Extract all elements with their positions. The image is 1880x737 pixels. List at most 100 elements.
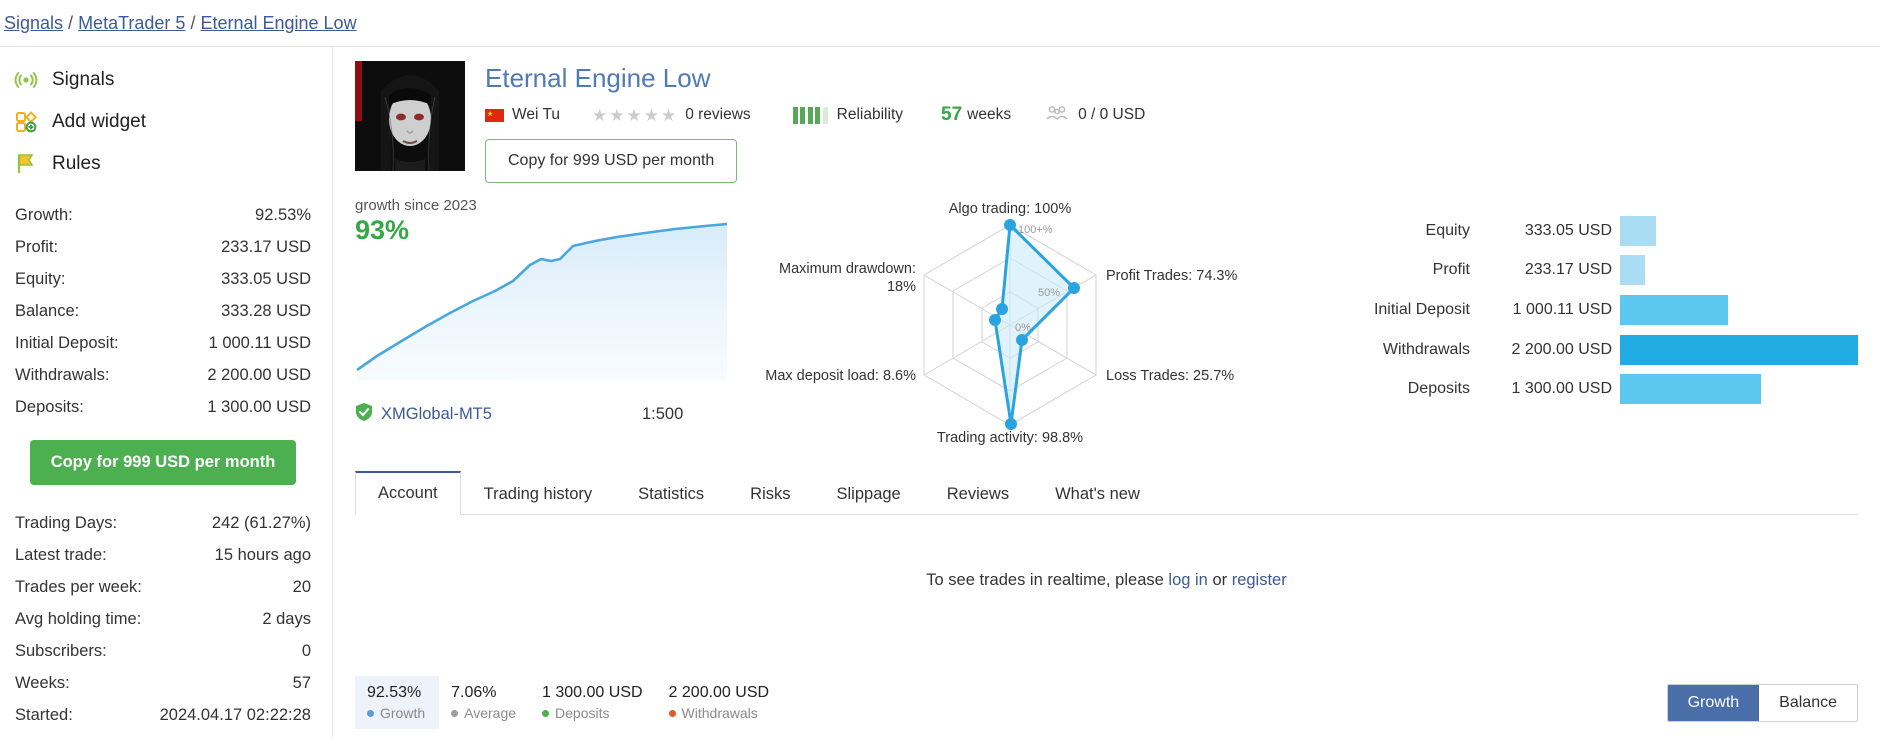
stat-value: 20 [293, 578, 311, 597]
sidebar-item-label-rules: Rules [52, 153, 101, 175]
breadcrumb: Signals / MetaTrader 5 / Eternal Engine … [0, 0, 1880, 47]
star-icon[interactable]: ★ [609, 107, 624, 124]
tab-whats-new[interactable]: What's new [1032, 472, 1163, 515]
radar-axis-label-maximum-drawdown-value: 18% [887, 279, 916, 295]
star-icon[interactable]: ★ [644, 107, 659, 124]
legend-item-deposits[interactable]: 1 300.00 USD Deposits [530, 676, 657, 729]
sidebar-item-add-widget[interactable]: Add widget [14, 101, 312, 143]
legend-item-withdrawals[interactable]: 2 200.00 USD Withdrawals [657, 676, 784, 729]
stat-label: Withdrawals: [15, 366, 109, 385]
table-row: Growth: 92.53% [14, 199, 312, 231]
chart-legend: 92.53% Growth 7.06% Average 1 300.00 USD [355, 676, 783, 729]
sidebar-item-signals[interactable]: Signals [14, 59, 312, 101]
reliability-bar [793, 107, 798, 124]
legend-item-growth[interactable]: 92.53% Growth [355, 676, 439, 729]
flag-star: ★ [487, 111, 493, 118]
copy-signal-button-sidebar[interactable]: Copy for 999 USD per month [30, 440, 296, 485]
bar-label: Deposits [1300, 380, 1470, 398]
bar-fill [1620, 335, 1858, 365]
register-link[interactable]: register [1232, 571, 1287, 589]
toggle-growth[interactable]: Growth [1668, 685, 1760, 721]
radar-axis-label-profit-trades: Profit Trades: 74.3% [1106, 268, 1237, 284]
sidebar-stats-bottom: Trading Days: 242 (61.27%) Latest trade:… [14, 507, 312, 731]
table-row: Started: 2024.04.17 02:22:28 [14, 699, 312, 731]
legend-dot-withdrawals [669, 710, 676, 717]
growth-chart-block: growth since 2023 93% [355, 197, 750, 447]
realtime-note-prefix: To see trades in realtime, please [926, 571, 1168, 589]
charts-band: growth since 2023 93% [355, 197, 1858, 447]
radar-chart[interactable]: 100+% 50% 0% Algo trading: 100% Profit T… [750, 197, 1270, 447]
table-row: Equity 333.05 USD [1300, 211, 1858, 251]
stat-label: Growth: [15, 206, 73, 225]
breadcrumb-separator-1: / [68, 13, 73, 34]
radar-ring-label-0: 0% [1015, 322, 1031, 334]
toggle-balance[interactable]: Balance [1759, 685, 1857, 721]
reviews-count[interactable]: 0 reviews [685, 106, 750, 124]
radar-chart-block: 100+% 50% 0% Algo trading: 100% Profit T… [750, 197, 1270, 447]
breadcrumb-link-metatrader5[interactable]: MetaTrader 5 [78, 13, 185, 34]
tab-account[interactable]: Account [355, 471, 461, 515]
radar-ring-label-50: 50% [1038, 287, 1060, 299]
bar-label: Initial Deposit [1300, 301, 1470, 319]
broker-name[interactable]: XMGlobal-MT5 [381, 405, 492, 424]
table-row: Latest trade: 15 hours ago [14, 539, 312, 571]
author-name[interactable]: Wei Tu [512, 106, 560, 124]
login-link[interactable]: log in [1168, 571, 1207, 589]
stat-label: Weeks: [15, 674, 70, 693]
weeks-value: 57 [941, 104, 962, 126]
table-row: Withdrawals: 2 200.00 USD [14, 359, 312, 391]
weeks-label: weeks [967, 106, 1011, 124]
legend-label: Withdrawals [682, 705, 758, 721]
table-row: Profit 233.17 USD [1300, 251, 1858, 291]
star-icon[interactable]: ★ [592, 107, 607, 124]
star-icon[interactable]: ★ [661, 107, 676, 124]
bar-track [1620, 290, 1858, 330]
page-title[interactable]: Eternal Engine Low [485, 63, 1145, 94]
tab-reviews[interactable]: Reviews [924, 472, 1032, 515]
avatar[interactable] [355, 61, 465, 171]
subscribers-value: 0 / 0 USD [1078, 106, 1145, 124]
rating-stars[interactable]: ★ ★ ★ ★ ★ [592, 107, 676, 124]
radar-axis-label-loss-trades: Loss Trades: 25.7% [1106, 368, 1234, 384]
legend-dot-deposits [542, 710, 549, 717]
sidebar: Signals Add widget Rules [0, 47, 333, 737]
copy-signal-button-header[interactable]: Copy for 999 USD per month [485, 139, 737, 183]
signal-title-column: Eternal Engine Low ★ Wei Tu ★ ★ ★ ★ ★ 0 … [485, 61, 1145, 183]
stat-value: 333.05 USD [221, 270, 311, 289]
stat-value: 2024.04.17 02:22:28 [160, 706, 311, 725]
legend-name-wrap: Growth [367, 705, 425, 721]
table-row: Profit: 233.17 USD [14, 231, 312, 263]
stat-value: 333.28 USD [221, 302, 311, 321]
breadcrumb-separator-2: / [190, 13, 195, 34]
radar-ring-label-100: 100+% [1018, 224, 1053, 236]
reliability-bars-icon [793, 107, 828, 124]
table-row: Trading Days: 242 (61.27%) [14, 507, 312, 539]
bar-value: 233.17 USD [1470, 261, 1620, 279]
tab-trading-history[interactable]: Trading history [461, 472, 616, 515]
growth-area-fill [357, 224, 727, 380]
breadcrumb-link-current[interactable]: Eternal Engine Low [200, 13, 356, 34]
sidebar-item-rules[interactable]: Rules [14, 143, 312, 185]
stat-label: Trading Days: [15, 514, 117, 533]
sidebar-item-label-signals: Signals [52, 69, 114, 91]
tab-risks[interactable]: Risks [727, 472, 813, 515]
bar-label: Withdrawals [1300, 341, 1470, 359]
table-row: Deposits 1 300.00 USD [1300, 369, 1858, 409]
legend-item-average[interactable]: 7.06% Average [439, 676, 530, 729]
tab-slippage[interactable]: Slippage [814, 472, 924, 515]
sidebar-stats-top: Growth: 92.53% Profit: 233.17 USD Equity… [14, 199, 312, 423]
stat-label: Balance: [15, 302, 79, 321]
stat-label: Started: [15, 706, 73, 725]
reliability-bar [800, 107, 805, 124]
legend-label: Average [464, 705, 516, 721]
stat-value: 1 300.00 USD [207, 398, 311, 417]
signal-header: Eternal Engine Low ★ Wei Tu ★ ★ ★ ★ ★ 0 … [355, 61, 1858, 183]
growth-area-chart[interactable] [355, 215, 748, 380]
breadcrumb-link-signals[interactable]: Signals [4, 13, 63, 34]
legend-name-wrap: Deposits [542, 705, 643, 721]
star-icon[interactable]: ★ [626, 107, 641, 124]
tab-statistics[interactable]: Statistics [615, 472, 727, 515]
table-row: Initial Deposit 1 000.11 USD [1300, 290, 1858, 330]
realtime-note: To see trades in realtime, please log in… [355, 571, 1858, 590]
table-row: Initial Deposit: 1 000.11 USD [14, 327, 312, 359]
